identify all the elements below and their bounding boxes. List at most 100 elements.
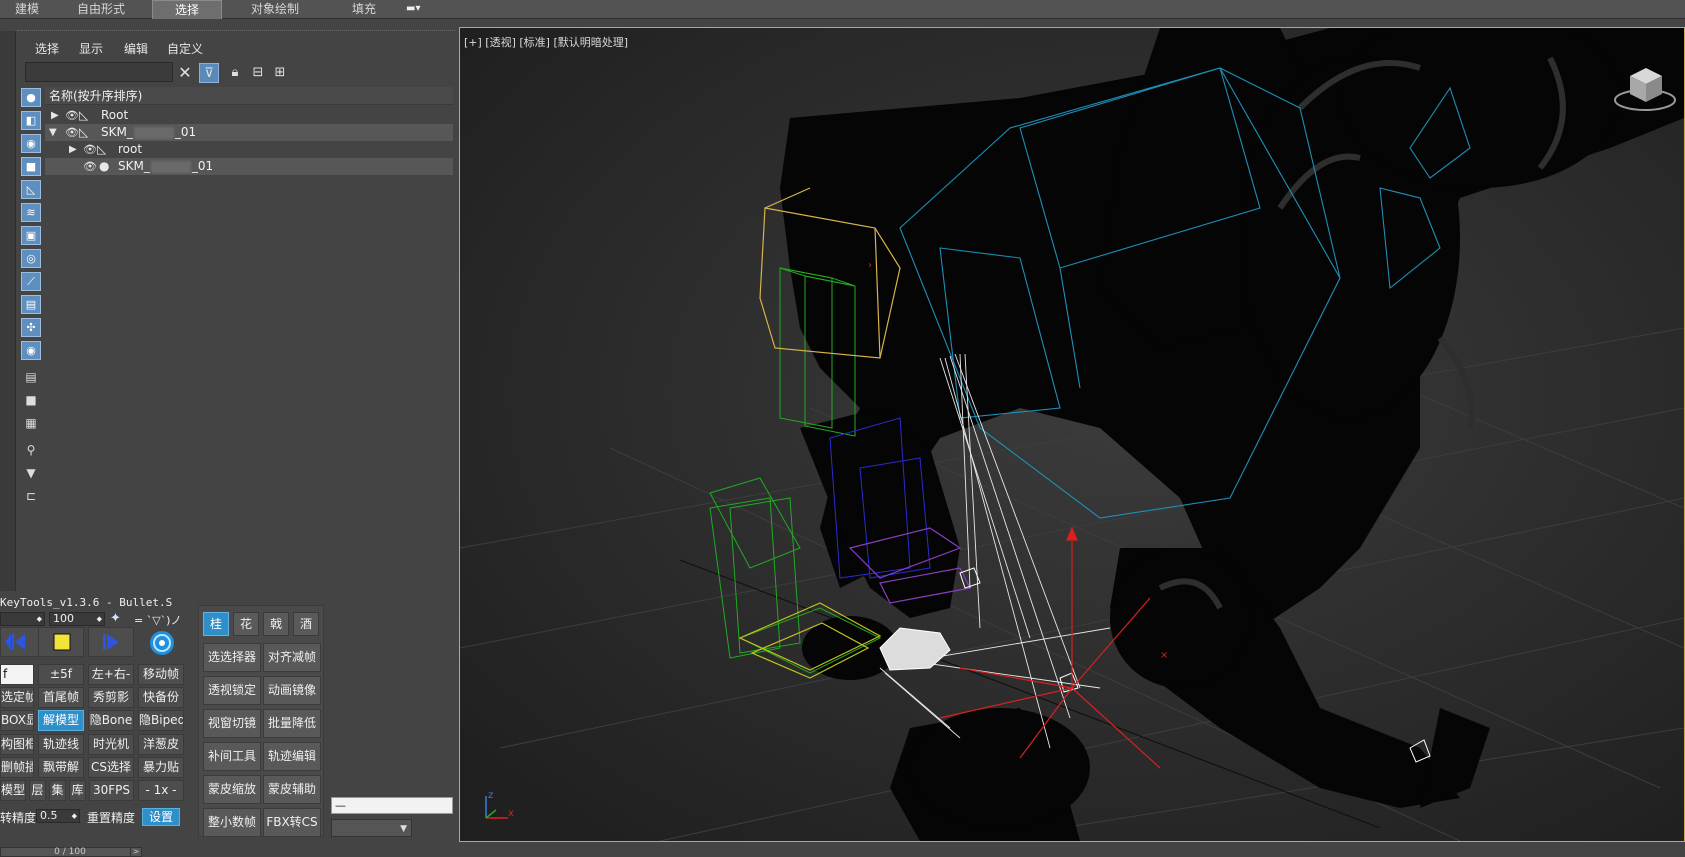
tween-tool-button[interactable]: 补间工具 bbox=[203, 742, 261, 771]
tab-selection[interactable]: 选择 bbox=[152, 0, 222, 19]
integer-frame-button[interactable]: 整小数帧 bbox=[203, 808, 261, 837]
hide-biped-button[interactable]: 隐Biped bbox=[138, 710, 184, 731]
tab-ji[interactable]: 戟 bbox=[263, 612, 289, 636]
bottom-dropdown[interactable]: ▼ bbox=[331, 819, 412, 837]
eye-icon[interactable]: 👁︎ bbox=[83, 141, 97, 158]
select-frame-button[interactable]: 选定帧 bbox=[0, 687, 34, 708]
spacewarps-filter-icon[interactable]: ≋ bbox=[21, 203, 41, 222]
xrefs-filter-icon[interactable]: ◎ bbox=[21, 249, 41, 268]
align-reduce-frame-button[interactable]: 对齐减帧 bbox=[263, 643, 321, 672]
set-button[interactable]: 集 bbox=[49, 780, 66, 801]
hierarchy-expand-icon[interactable]: ⊟ bbox=[248, 63, 268, 83]
expand-arrow-icon[interactable]: ▶ bbox=[69, 141, 77, 158]
geometry-filter-icon[interactable]: ● bbox=[21, 88, 41, 107]
tab-object-paint[interactable]: 对象绘制 bbox=[240, 0, 310, 19]
funnel-icon[interactable]: ▼ bbox=[21, 464, 41, 483]
tab-modeling[interactable]: 建模 bbox=[4, 0, 50, 19]
eye-icon[interactable]: 👁︎ bbox=[65, 124, 79, 141]
end-frame-spinner[interactable]: 100 ◆ bbox=[49, 612, 105, 626]
tree-row[interactable]: ▶ 👁︎ ◺ Root bbox=[45, 107, 453, 124]
shapes-filter-icon[interactable]: ◧ bbox=[21, 111, 41, 130]
delete-frame-button[interactable]: 删帧插 bbox=[0, 757, 34, 778]
frame-guide-button[interactable]: 构图框 bbox=[0, 734, 34, 755]
scene-search-input[interactable] bbox=[25, 62, 173, 82]
frame-spinner[interactable]: ◆ bbox=[0, 612, 45, 626]
time-slider[interactable]: 0 / 100 bbox=[0, 847, 140, 857]
batch-reduce-button[interactable]: 批量降低 bbox=[263, 709, 321, 738]
viewcube-icon[interactable] bbox=[1612, 58, 1678, 113]
tab-jiu[interactable]: 酒 bbox=[293, 612, 319, 636]
helpers-filter-icon[interactable]: ◺ bbox=[21, 180, 41, 199]
next-key-button[interactable] bbox=[88, 627, 134, 657]
animation-mirror-button[interactable]: 动画镜像 bbox=[263, 676, 321, 705]
collapse-arrow-icon[interactable]: ▼ bbox=[49, 124, 57, 141]
particles-filter-icon[interactable]: ✣ bbox=[21, 318, 41, 337]
tree-column-header[interactable]: 名称(按升序排序) bbox=[45, 87, 453, 105]
ribbon-solve-button[interactable]: 飘带解 bbox=[38, 757, 84, 778]
layer-button[interactable]: 层 bbox=[29, 780, 46, 801]
filter-settings-icon[interactable]: ⚲ bbox=[21, 441, 41, 460]
sparkle-icon[interactable]: ✦ bbox=[110, 611, 121, 626]
menu-customize[interactable]: 自定义 bbox=[167, 40, 203, 57]
plus-minus-5f-button[interactable]: ±5f bbox=[38, 664, 84, 685]
list-icon[interactable]: ▤ bbox=[21, 368, 41, 387]
speed-1x-button[interactable]: - 1x - bbox=[138, 780, 184, 801]
filter-toggle-icon[interactable]: ⊽ bbox=[199, 63, 219, 83]
perspective-viewport[interactable]: [+] [透视] [标准] [默认明暗处理] × › z x bbox=[459, 27, 1685, 842]
ribbon-options-button[interactable]: ▬▾ bbox=[406, 3, 432, 16]
swirl-button[interactable] bbox=[148, 629, 176, 657]
onion-skin-button[interactable]: 洋葱皮 bbox=[138, 734, 184, 755]
skin-assist-button[interactable]: 蒙皮辅助 bbox=[263, 775, 321, 804]
clear-search-icon[interactable]: ✕ bbox=[175, 63, 195, 83]
quick-backup-button[interactable]: 快备份 bbox=[138, 687, 184, 708]
selector-button[interactable]: 选选择器 bbox=[203, 643, 261, 672]
frame-input[interactable]: f bbox=[0, 664, 34, 685]
tree-row[interactable]: ▼ 👁︎ ◺ SKM_ _01 bbox=[45, 124, 453, 141]
hierarchy-collapse-icon[interactable]: ⊞ bbox=[270, 63, 290, 83]
move-frame-button[interactable]: 移动帧 bbox=[138, 664, 184, 685]
bones-filter-icon[interactable]: ⟋ bbox=[21, 272, 41, 291]
expand-arrow-icon[interactable]: ▶ bbox=[51, 107, 59, 124]
skin-scale-button[interactable]: 蒙皮缩放 bbox=[203, 775, 261, 804]
folder-icon[interactable]: ⊏ bbox=[21, 487, 41, 506]
menu-edit[interactable]: 编辑 bbox=[124, 40, 148, 57]
lights-filter-icon[interactable]: ◉ bbox=[21, 134, 41, 153]
eye-icon[interactable]: 👁︎ bbox=[65, 107, 79, 124]
tree-row[interactable]: 👁︎ ● SKM_ _01 bbox=[45, 158, 453, 175]
viewport-cut-button[interactable]: 视窗切镜 bbox=[203, 709, 261, 738]
force-paste-button[interactable]: 暴力贴 bbox=[138, 757, 184, 778]
perspective-lock-button[interactable]: 透视锁定 bbox=[203, 676, 261, 705]
time-machine-button[interactable]: 时光机 bbox=[88, 734, 134, 755]
reset-precision-button[interactable]: 重置精度 bbox=[87, 809, 135, 826]
stop-button[interactable] bbox=[38, 627, 84, 657]
hide-bone-button[interactable]: 隐Bone bbox=[88, 710, 134, 731]
trajectory-button[interactable]: 轨迹线 bbox=[38, 734, 84, 755]
trajectory-edit-button[interactable]: 轨迹编辑 bbox=[263, 742, 321, 771]
library-button[interactable]: 库 bbox=[69, 780, 86, 801]
eye-icon[interactable]: 👁︎ bbox=[83, 158, 97, 175]
tree-row[interactable]: ▶ 👁︎ ◺ root bbox=[45, 141, 453, 158]
box-display-button[interactable]: BOX显 bbox=[0, 710, 34, 731]
square-icon[interactable]: ■ bbox=[21, 391, 41, 410]
containers-filter-icon[interactable]: ▤ bbox=[21, 295, 41, 314]
first-last-frame-button[interactable]: 首尾帧 bbox=[38, 687, 84, 708]
tab-hua[interactable]: 花 bbox=[233, 612, 259, 636]
menu-display[interactable]: 显示 bbox=[79, 40, 103, 57]
model-button[interactable]: 模型 bbox=[0, 780, 26, 801]
menu-select[interactable]: 选择 bbox=[35, 40, 59, 57]
notes-icon[interactable]: ▦ bbox=[21, 414, 41, 433]
lock-icon[interactable]: 🔒︎ bbox=[225, 63, 245, 83]
tab-gui[interactable]: 桂 bbox=[203, 612, 229, 636]
bottom-text-field[interactable]: — bbox=[331, 797, 453, 814]
tab-freeform[interactable]: 自由形式 bbox=[66, 0, 136, 19]
cs-select-button[interactable]: CS选择 bbox=[88, 757, 134, 778]
viewport-label[interactable]: [+] [透视] [标准] [默认明暗处理] bbox=[464, 34, 628, 50]
tab-populate[interactable]: 填充 bbox=[336, 0, 392, 19]
visibility-filter-icon[interactable]: ◉ bbox=[21, 341, 41, 360]
settings-button[interactable]: 设置 bbox=[142, 808, 180, 826]
unfreeze-model-button[interactable]: 解模型 bbox=[38, 710, 84, 731]
left-right-button[interactable]: 左+右- bbox=[88, 664, 134, 685]
fbx-to-cs-button[interactable]: FBX转CS bbox=[263, 808, 321, 837]
cameras-filter-icon[interactable]: ■ bbox=[21, 157, 41, 176]
precision-spinner[interactable]: 0.5 ◆ bbox=[36, 809, 80, 823]
